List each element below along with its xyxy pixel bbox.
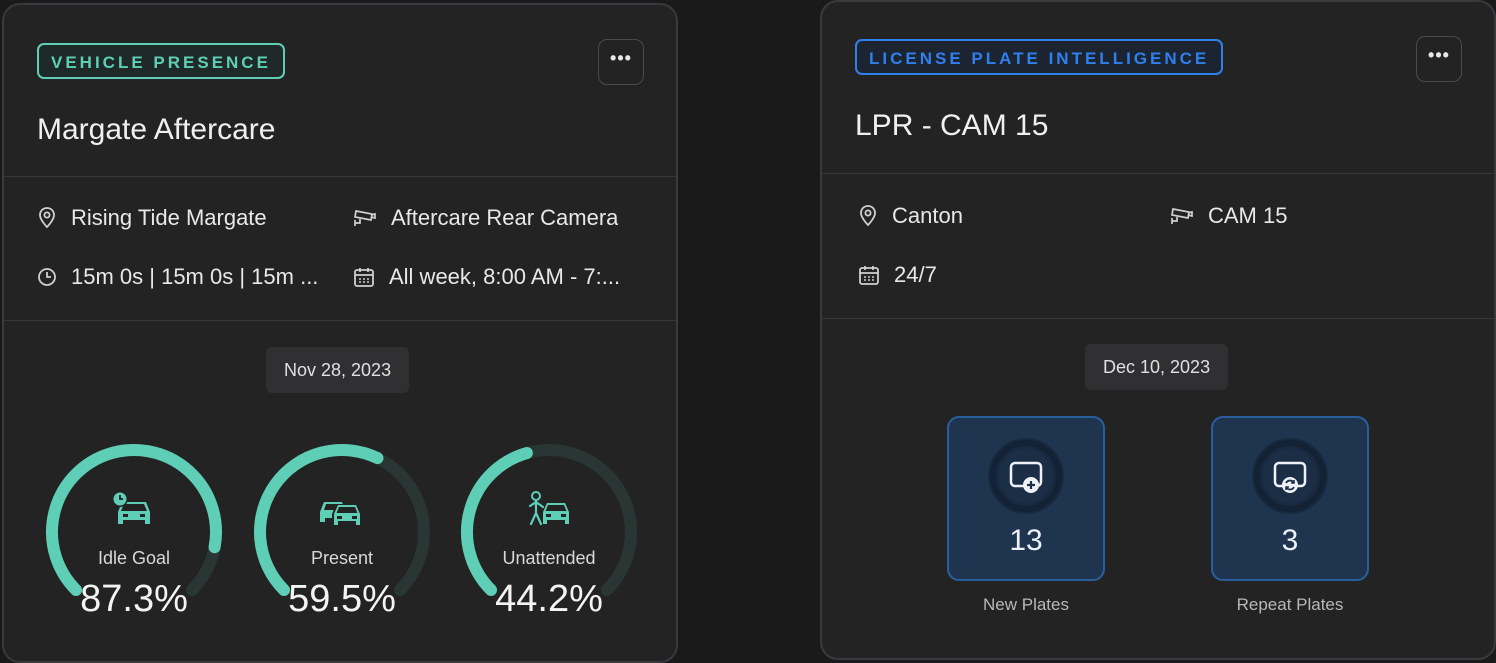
gauge-value: 44.2% [495, 578, 603, 620]
card-type-badge: LICENSE PLATE INTELLIGENCE [855, 39, 1224, 75]
location-pin-icon [860, 205, 876, 227]
gauge-label: Unattended [502, 548, 596, 568]
license-plate-card[interactable]: LICENSE PLATE INTELLIGENCE ••• LPR - CAM… [820, 0, 1496, 660]
durations-info: 15m 0s | 15m 0s | 15m ... [37, 264, 337, 290]
vehicle-presence-card[interactable]: VEHICLE PRESENCE ••• Margate Aftercare R… [2, 3, 678, 663]
gauge-present: Present 59.5% [252, 442, 432, 622]
more-options-button[interactable]: ••• [1416, 36, 1462, 82]
gauge-progress [461, 447, 533, 596]
two-cars-icon [320, 502, 362, 526]
more-options-label: ••• [610, 48, 632, 68]
date-pill: Nov 28, 2023 [266, 347, 410, 393]
new-plates-label: New Plates [983, 595, 1069, 614]
repeat-plate-icon [1252, 438, 1328, 514]
schedule-text: All week, 8:00 AM - 7:... [389, 264, 621, 289]
duration-thresholds: 15m 0s | 15m 0s | 15m ... [71, 264, 319, 289]
camera-name: Aftercare Rear Camera [391, 205, 619, 230]
new-plates-count: 13 [1009, 524, 1043, 557]
gauge-label: Present [310, 548, 374, 568]
info-divider [4, 320, 676, 321]
gauge-idle-goal: Idle Goal 87.3% [44, 442, 224, 622]
header-divider [4, 176, 676, 177]
header-divider [822, 173, 1494, 174]
camera-icon [354, 210, 376, 226]
calendar-icon [859, 266, 879, 285]
calendar-icon [354, 268, 374, 287]
car-clock-icon [112, 491, 150, 524]
camera-info: Aftercare Rear Camera [353, 205, 653, 231]
gauge-unattended: Unattended 44.2% [459, 442, 639, 622]
gauge-value: 59.5% [288, 578, 396, 620]
repeat-plates-count: 3 [1281, 524, 1299, 557]
person-car-icon [528, 491, 569, 526]
card-title: Margate Aftercare [37, 113, 276, 146]
repeat-plates-tile[interactable]: 3 [1211, 416, 1369, 581]
more-options-button[interactable]: ••• [598, 39, 644, 85]
card-title: LPR - CAM 15 [855, 109, 1049, 142]
camera-name: CAM 15 [1208, 203, 1288, 228]
new-plate-icon [988, 438, 1064, 514]
location-name: Rising Tide Margate [71, 205, 267, 230]
camera-info: CAM 15 [1170, 203, 1460, 229]
schedule-text: 24/7 [894, 262, 937, 287]
new-plates-tile[interactable]: 13 [947, 416, 1105, 581]
more-options-label: ••• [1428, 45, 1450, 65]
schedule-info: 24/7 [858, 262, 1148, 288]
gauge-label: Idle Goal [97, 548, 171, 568]
location-info: Rising Tide Margate [37, 205, 337, 231]
location-pin-icon [39, 207, 55, 229]
date-pill: Dec 10, 2023 [1085, 344, 1229, 390]
gauge-value: 87.3% [80, 578, 188, 620]
info-divider [822, 318, 1494, 319]
location-info: Canton [858, 203, 1148, 229]
clock-icon [38, 268, 56, 286]
camera-icon [1171, 208, 1193, 224]
repeat-plates-label: Repeat Plates [1236, 595, 1344, 614]
schedule-info: All week, 8:00 AM - 7:... [353, 264, 643, 290]
location-name: Canton [892, 203, 963, 228]
card-type-badge: VEHICLE PRESENCE [37, 43, 285, 79]
